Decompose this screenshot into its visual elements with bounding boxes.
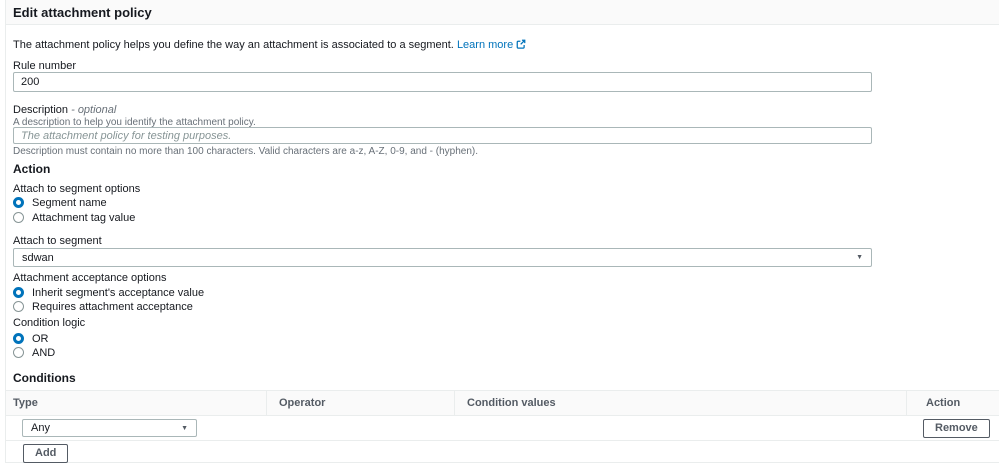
column-header-type: Type [13, 397, 38, 409]
column-header-operator: Operator [266, 391, 454, 415]
radio-or[interactable]: OR [13, 332, 992, 345]
radio-requires-acceptance[interactable]: Requires attachment acceptance [13, 300, 992, 313]
chevron-down-icon: ▼ [181, 424, 188, 432]
radio-label: Inherit segment's acceptance value [32, 286, 205, 299]
chevron-down-icon: ▼ [856, 254, 863, 261]
radio-selected-icon [13, 197, 24, 208]
attach-to-segment-label: Attach to segment [13, 235, 102, 247]
column-header-condition-values: Condition values [454, 391, 906, 415]
edit-attachment-policy-panel: Edit attachment policy The attachment po… [5, 0, 999, 463]
condition-row: Any ▼ Remove [6, 416, 999, 441]
action-section-title: Action [13, 162, 51, 176]
segment-options-label: Attach to segment options [13, 183, 141, 195]
radio-label: AND [32, 346, 56, 359]
conditions-table-footer: Add [6, 441, 999, 463]
external-link-icon [516, 39, 526, 49]
condition-type-cell: Any ▼ [6, 419, 266, 437]
form-content: The attachment policy helps you define t… [6, 39, 999, 463]
description-label: Description - optional [13, 104, 117, 116]
radio-unselected-icon [13, 301, 24, 312]
radio-selected-icon [13, 287, 24, 298]
radio-inherit-acceptance[interactable]: Inherit segment's acceptance value [13, 286, 992, 299]
intro-text: The attachment policy helps you define t… [13, 39, 992, 52]
conditions-section-title: Conditions [13, 371, 76, 385]
optional-suffix: - optional [71, 104, 117, 116]
radio-label: Attachment tag value [32, 211, 136, 224]
conditions-table: Type Operator Condition values Action An… [6, 390, 999, 463]
description-constraint-text: Description must contain no more than 10… [13, 146, 479, 157]
radio-label: Segment name [32, 196, 107, 209]
description-input[interactable] [13, 127, 872, 144]
conditions-table-header: Type Operator Condition values Action [6, 390, 999, 416]
radio-label: OR [32, 332, 49, 345]
condition-action-cell: Remove [906, 418, 999, 438]
intro-description: The attachment policy helps you define t… [13, 39, 454, 51]
page-title: Edit attachment policy [13, 4, 152, 20]
panel-header: Edit attachment policy [6, 0, 999, 25]
learn-more-link[interactable]: Learn more [457, 39, 526, 51]
remove-condition-button[interactable]: Remove [923, 418, 990, 438]
radio-and[interactable]: AND [13, 346, 992, 359]
add-condition-button[interactable]: Add [23, 444, 69, 463]
radio-segment-name[interactable]: Segment name [13, 196, 992, 209]
radio-selected-icon [13, 333, 24, 344]
select-value: sdwan [22, 251, 54, 264]
radio-unselected-icon [13, 347, 24, 358]
select-value: Any [31, 422, 50, 434]
rule-number-input[interactable] [13, 72, 872, 92]
radio-unselected-icon [13, 212, 24, 223]
condition-logic-label: Condition logic [13, 317, 86, 329]
column-header-action: Action [906, 391, 999, 415]
attach-to-segment-select[interactable]: sdwan ▼ [13, 248, 872, 267]
condition-type-select[interactable]: Any ▼ [22, 419, 197, 437]
radio-attachment-tag-value[interactable]: Attachment tag value [13, 211, 992, 224]
acceptance-options-label: Attachment acceptance options [13, 272, 167, 284]
radio-label: Requires attachment acceptance [32, 300, 193, 313]
rule-number-label: Rule number [13, 60, 76, 72]
